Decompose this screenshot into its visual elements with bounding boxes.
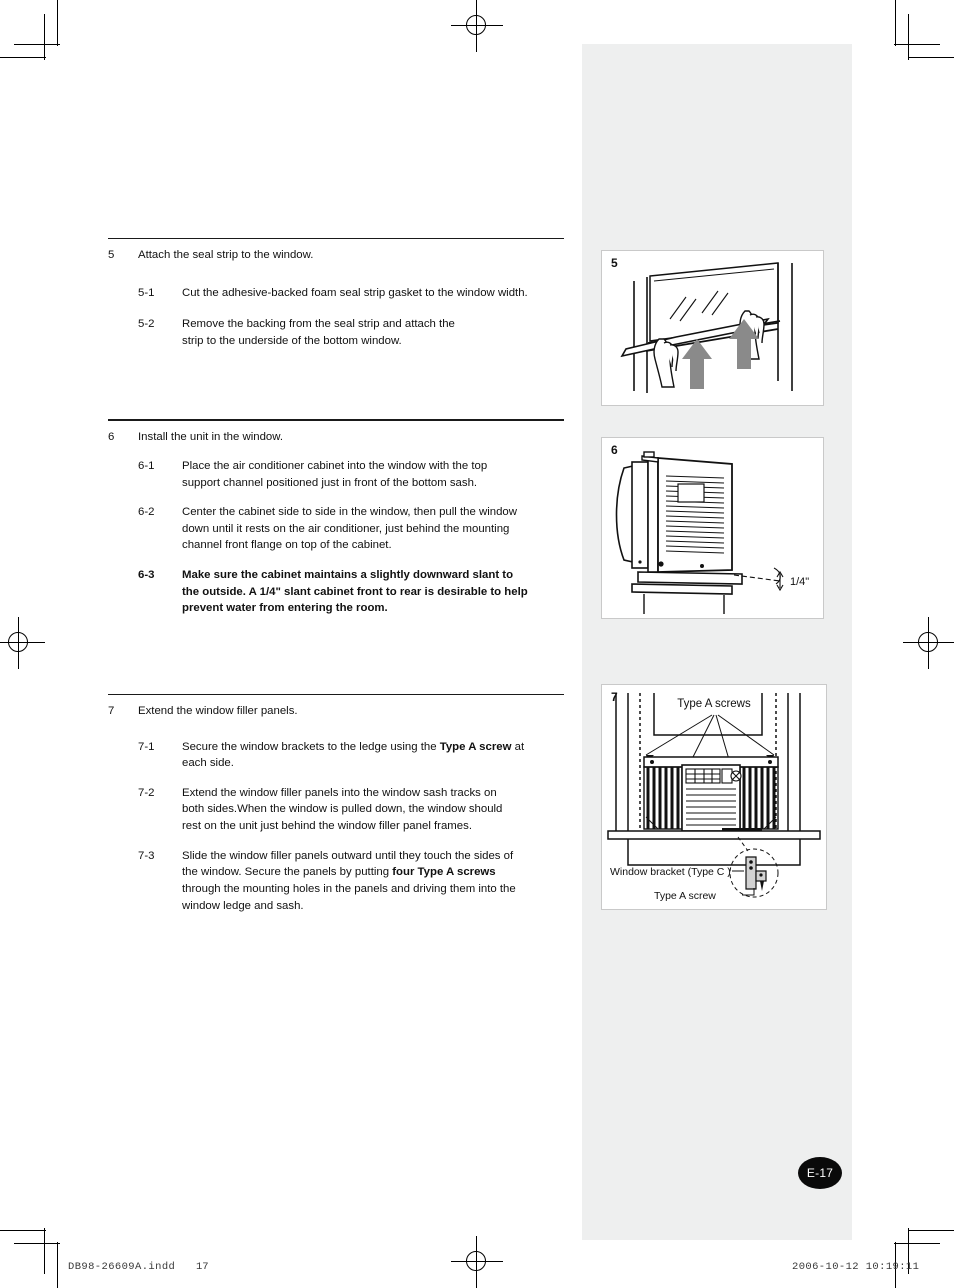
substep-number: 6-2 bbox=[138, 506, 155, 519]
footer-page-number: 17 bbox=[196, 1261, 209, 1273]
figure-6-slant-label: 1/4" bbox=[790, 576, 809, 588]
figure-7-screw-label: Type A screw bbox=[654, 890, 716, 902]
figure-number-7: 7 bbox=[611, 690, 618, 704]
substep-number: 7-2 bbox=[138, 786, 155, 799]
step-block-6: 6 Install the unit in the window. 6-1 Pl… bbox=[108, 419, 566, 617]
substep-text: Remove the backing from the seal strip a… bbox=[182, 318, 455, 347]
substep-text: Place the air conditioner cabinet into t… bbox=[182, 459, 488, 489]
step-heading-7: 7 Extend the window filler panels. bbox=[108, 703, 566, 719]
section-divider bbox=[108, 238, 564, 240]
step-heading-6: 6 Install the unit in the window. bbox=[108, 429, 566, 445]
figure-panel-5: 5 bbox=[601, 250, 824, 406]
step-block-5: 5 Attach the seal strip to the window. 5… bbox=[108, 238, 566, 349]
figure-7-illustration: Type A screws Window bracket (Type C) T… bbox=[607, 693, 821, 902]
step-number: 7 bbox=[108, 705, 115, 718]
step-title: Install the unit in the window. bbox=[138, 430, 284, 443]
substep-number: 7-3 bbox=[138, 849, 155, 862]
footer-filename: DB98-26609A.indd bbox=[68, 1261, 176, 1273]
registration-mark-left bbox=[0, 617, 45, 669]
footer-timestamp: 2006-10-12 10:19:11 bbox=[792, 1261, 920, 1273]
substep-text: Center the cabinet side to side in the w… bbox=[182, 506, 517, 552]
substep-number: 7-1 bbox=[138, 740, 155, 753]
substep-text: Cut the adhesive-backed foam seal strip … bbox=[182, 287, 528, 300]
figure-panel-7: 7 Type A screws Window bracket (Type C)… bbox=[601, 684, 827, 910]
substep-6-2: 6-2 Center the cabinet side to side in t… bbox=[108, 504, 520, 554]
step-heading-5: 5 Attach the seal strip to the window. bbox=[108, 247, 566, 263]
substep-6-1: 6-1 Place the air conditioner cabinet in… bbox=[108, 458, 508, 491]
step-block-7: 7 Extend the window filler panels. 7-1 S… bbox=[108, 694, 566, 914]
registration-mark-right bbox=[903, 617, 954, 669]
figure-7-bracket-label: Window bracket (Type C ) bbox=[610, 866, 731, 878]
figure-panel-6: 6 1/4" bbox=[601, 437, 824, 619]
substep-number: 6-3 bbox=[138, 569, 155, 582]
figure-number-6: 6 bbox=[611, 443, 618, 457]
substep-7-2: 7-2 Extend the window filler panels into… bbox=[108, 785, 512, 835]
step-title: Extend the window filler panels. bbox=[138, 705, 298, 718]
substep-7-3: 7-3 Slide the window filler panels outwa… bbox=[108, 848, 518, 915]
step-number: 5 bbox=[108, 249, 115, 262]
step-number: 6 bbox=[108, 430, 115, 443]
figure-number-5: 5 bbox=[611, 256, 618, 270]
substep-number: 6-1 bbox=[138, 459, 155, 472]
registration-mark-bottom bbox=[451, 1236, 503, 1288]
substep-text: Make sure the cabinet maintains a slight… bbox=[182, 569, 528, 615]
figure-7-top-label: Type A screws bbox=[677, 698, 751, 710]
section-divider bbox=[108, 694, 564, 696]
substep-7-1: 7-1 Secure the window brackets to the le… bbox=[108, 739, 530, 772]
registration-mark-top bbox=[451, 0, 503, 52]
substep-5-1: 5-1 Cut the adhesive-backed foam seal st… bbox=[108, 285, 566, 302]
instruction-column: 5 Attach the seal strip to the window. 5… bbox=[108, 238, 566, 914]
substep-text: Extend the window filler panels into the… bbox=[182, 786, 503, 833]
substep-text: Secure the window brackets to the ledge … bbox=[182, 740, 525, 770]
figure-6-illustration: 1/4" bbox=[615, 451, 809, 614]
substep-number: 5-1 bbox=[138, 287, 155, 300]
substep-text: Slide the window filler panels outward u… bbox=[182, 849, 516, 912]
section-divider bbox=[108, 419, 564, 421]
sidebar-gray-panel bbox=[582, 44, 852, 1240]
step-title: Attach the seal strip to the window. bbox=[138, 249, 314, 262]
figure-5-illustration bbox=[620, 262, 793, 393]
page-number-badge: E-17 bbox=[798, 1157, 842, 1189]
substep-6-3: 6-3 Make sure the cabinet maintains a sl… bbox=[108, 567, 528, 617]
substep-number: 5-2 bbox=[138, 318, 155, 331]
substep-5-2: 5-2 Remove the backing from the seal str… bbox=[108, 316, 466, 349]
